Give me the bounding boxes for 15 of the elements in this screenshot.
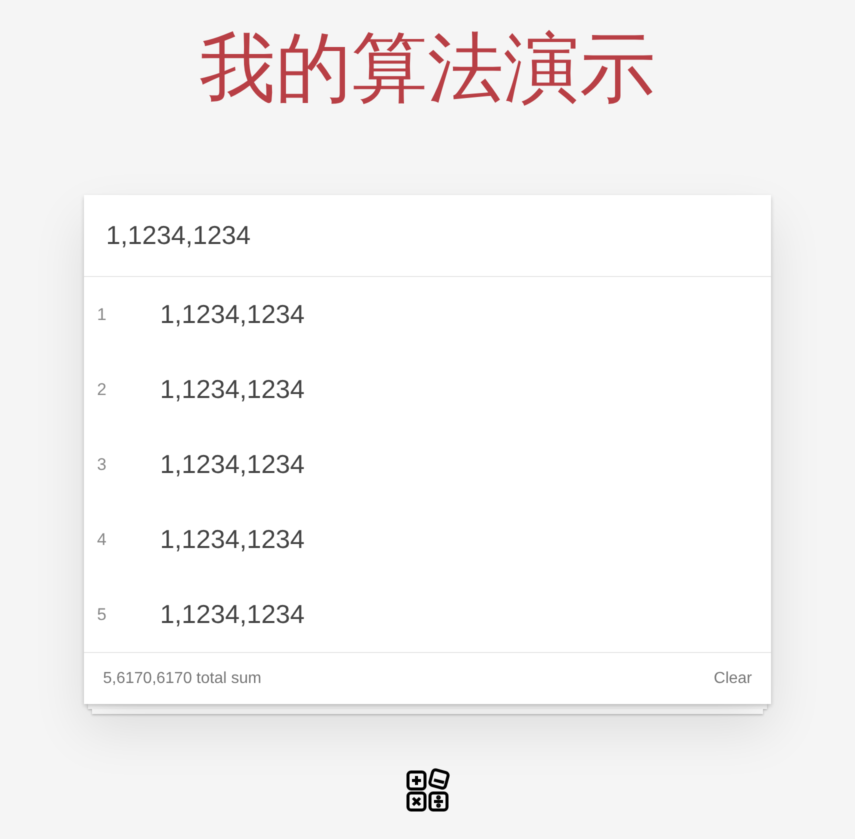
total-sum: 5,6170,6170 total sum xyxy=(103,668,262,688)
row-number: 1 xyxy=(96,304,108,326)
row-text: 1,1234,1234 xyxy=(160,598,305,631)
row-number: 4 xyxy=(96,528,108,551)
row-text: 1,1234,1234 xyxy=(160,373,305,406)
row-number: 2 xyxy=(96,378,108,401)
row-text: 1,1234,1234 xyxy=(160,298,305,331)
calculator-icon xyxy=(406,768,450,812)
clear-button[interactable]: Clear xyxy=(714,666,752,690)
input-field[interactable]: 1,1234,1234 xyxy=(84,195,771,277)
row-number: 5 xyxy=(96,604,108,626)
row-text: 1,1234,1234 xyxy=(160,448,305,481)
page-title: 我的算法演示 xyxy=(200,25,656,113)
row-text: 1,1234,1234 xyxy=(160,523,305,556)
row-number: 3 xyxy=(96,454,108,476)
